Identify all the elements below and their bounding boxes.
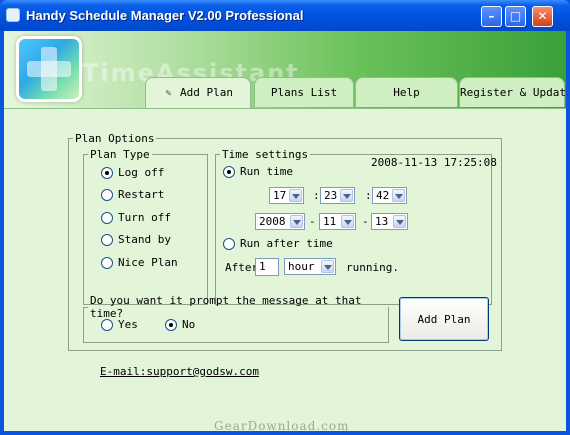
day-value: 13 xyxy=(375,215,389,228)
tab-label: Plans List xyxy=(270,86,338,99)
radio-circle[interactable] xyxy=(101,233,113,246)
minute-value: 23 xyxy=(324,189,338,202)
radio-circle[interactable] xyxy=(223,237,235,250)
hour-select[interactable]: 17 xyxy=(269,187,304,204)
radio-label: No xyxy=(182,318,196,331)
tab-label: Help xyxy=(393,86,420,99)
tab-bar: ✎ Add Plan Plans List Help Register & Upd… xyxy=(4,77,566,109)
add-plan-button[interactable]: Add Plan xyxy=(399,297,489,341)
tab-register-update[interactable]: Register & Update xyxy=(459,77,566,107)
dropdown-arrow-icon[interactable] xyxy=(393,215,406,228)
time-separator: : xyxy=(313,189,320,202)
radio-circle[interactable] xyxy=(165,318,177,331)
tab-help[interactable]: Help xyxy=(355,77,458,107)
radio-label: Run time xyxy=(240,165,293,178)
radio-prompt-yes[interactable]: Yes xyxy=(101,318,138,331)
client-area: TimeAssistant ✎ Add Plan Plans List Help … xyxy=(4,31,566,431)
radio-log-off[interactable]: Log off xyxy=(101,166,164,179)
radio-circle[interactable] xyxy=(223,165,235,178)
plan-type-legend: Plan Type xyxy=(90,148,150,161)
radio-run-time[interactable]: Run time xyxy=(223,165,293,178)
radio-prompt-no[interactable]: No xyxy=(165,318,195,331)
radio-nice-plan[interactable]: Nice Plan xyxy=(101,256,178,269)
hour-value: 17 xyxy=(273,189,287,202)
after-value-input[interactable]: 1 xyxy=(255,258,279,276)
dropdown-arrow-icon[interactable] xyxy=(341,215,354,228)
radio-run-after-time[interactable]: Run after time xyxy=(223,237,333,250)
minimize-button[interactable]: – xyxy=(481,6,502,27)
dropdown-arrow-icon[interactable] xyxy=(392,189,405,202)
date-separator: - xyxy=(309,215,316,228)
tab-add-plan[interactable]: ✎ Add Plan xyxy=(145,77,251,109)
pencil-icon: ✎ xyxy=(165,88,172,99)
month-value: 11 xyxy=(323,215,337,228)
day-select[interactable]: 13 xyxy=(371,213,408,230)
current-datetime: 2008-11-13 17:25:08 xyxy=(371,156,497,169)
title-bar[interactable]: Handy Schedule Manager V2.00 Professiona… xyxy=(0,0,570,31)
year-value: 2008 xyxy=(259,215,286,228)
app-window: Handy Schedule Manager V2.00 Professiona… xyxy=(0,0,570,435)
minute-select[interactable]: 23 xyxy=(320,187,355,204)
tab-label: Register & Update xyxy=(460,86,566,99)
email-link[interactable]: E-mail:support@godsw.com xyxy=(100,365,259,378)
after-unit-select[interactable]: hour xyxy=(284,258,336,275)
app-icon xyxy=(6,8,20,22)
radio-restart[interactable]: Restart xyxy=(101,188,164,201)
radio-label: Stand by xyxy=(118,233,171,246)
radio-label: Restart xyxy=(118,188,165,201)
radio-label: Yes xyxy=(118,318,138,331)
running-label: running. xyxy=(346,261,399,274)
second-value: 42 xyxy=(376,189,390,202)
time-settings-legend: Time settings xyxy=(222,148,309,161)
after-label: After xyxy=(225,261,259,274)
radio-circle[interactable] xyxy=(101,166,113,179)
radio-stand-by[interactable]: Stand by xyxy=(101,233,171,246)
time-separator: : xyxy=(365,189,372,202)
month-select[interactable]: 11 xyxy=(319,213,356,230)
radio-circle[interactable] xyxy=(101,318,113,331)
second-select[interactable]: 42 xyxy=(372,187,407,204)
radio-label: Turn off xyxy=(118,211,171,224)
tab-label: Add Plan xyxy=(180,86,233,99)
date-separator: - xyxy=(362,215,369,228)
radio-label: Nice Plan xyxy=(118,256,178,269)
dropdown-arrow-icon[interactable] xyxy=(340,189,353,202)
radio-turn-off[interactable]: Turn off xyxy=(101,211,171,224)
prompt-legend: Do you want it prompt the message at tha… xyxy=(90,294,362,320)
dropdown-arrow-icon[interactable] xyxy=(321,260,334,273)
after-unit-value: hour xyxy=(288,260,315,273)
dropdown-arrow-icon[interactable] xyxy=(289,189,302,202)
year-select[interactable]: 2008 xyxy=(255,213,305,230)
radio-circle[interactable] xyxy=(101,211,113,224)
download-credit: GearDownload.com xyxy=(214,419,350,431)
radio-label: Run after time xyxy=(240,237,333,250)
radio-circle[interactable] xyxy=(101,188,113,201)
tab-plans-list[interactable]: Plans List xyxy=(254,77,354,107)
dropdown-arrow-icon[interactable] xyxy=(290,215,303,228)
radio-label: Log off xyxy=(118,166,165,179)
maximize-button[interactable]: □ xyxy=(505,6,526,27)
radio-circle[interactable] xyxy=(101,256,113,269)
tab-panel-border xyxy=(4,108,566,109)
plan-options-legend: Plan Options xyxy=(75,132,155,145)
close-button[interactable]: ✕ xyxy=(532,6,553,27)
window-title: Handy Schedule Manager V2.00 Professiona… xyxy=(26,8,304,23)
